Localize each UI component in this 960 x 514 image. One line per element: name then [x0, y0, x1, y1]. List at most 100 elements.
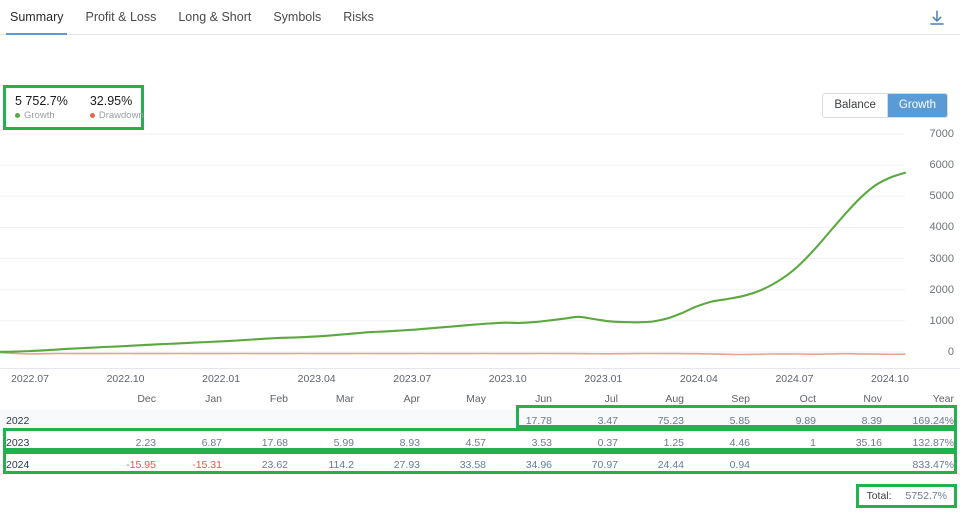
monthly-return-cell: 35.16 [822, 432, 888, 454]
monthly-return-cell [822, 454, 888, 476]
table-column-header: Aug [665, 393, 684, 405]
y-axis-label: 0 [947, 346, 954, 358]
table-column-header: Feb [269, 393, 288, 405]
total-value: 5752.7% [905, 490, 947, 502]
monthly-return-cell: 3.47 [597, 415, 618, 427]
chart-gridlines [0, 133, 905, 353]
monthly-return-cell [228, 410, 294, 432]
monthly-return-cell: 1 [756, 432, 822, 454]
tab-profit-and-loss[interactable]: Profit & Loss [85, 0, 156, 35]
growth-value: 5 752.7% [15, 94, 68, 108]
table-column-header: Oct [799, 393, 816, 405]
growth-label-row: Growth [15, 109, 68, 122]
download-icon[interactable] [926, 7, 948, 29]
tab-risks-label: Risks [343, 10, 374, 24]
table-body: 2022 17.78 3.47 75.23 5.85 9.89 8.39 169.24% 202… [0, 410, 960, 476]
table-column-header: Nov [863, 393, 882, 405]
tab-summary[interactable]: Summary [5, 0, 69, 35]
monthly-return-cell: 17.68 [228, 432, 294, 454]
monthly-return-cell: -15.31 [162, 454, 228, 476]
tab-bar: Summary Profit & Loss Long & Short Symbo… [0, 0, 960, 35]
y-axis-label: 4000 [929, 221, 954, 234]
tab-summary-label: Summary [10, 10, 64, 24]
year-total-cell: 169.24% [912, 415, 954, 427]
monthly-return-cell: 23.62 [228, 454, 294, 476]
growth-chart: 7000 6000 5000 4000 3000 2000 1000 0 [0, 128, 960, 368]
monthly-return-cell: 0.94 [690, 454, 756, 476]
y-axis-label: 3000 [929, 252, 954, 265]
monthly-return-cell [426, 410, 492, 432]
y-axis-label: 2000 [929, 283, 954, 296]
table-row: 2023 2.23 6.87 17.68 5.99 8.93 4.57 3.53 0.37 1.2… [0, 432, 960, 454]
monthly-return-cell: 9.89 [795, 415, 816, 427]
monthly-return-cell: 75.23 [657, 415, 684, 427]
monthly-return-cell: 2.23 [96, 432, 162, 454]
summary-report-page: Summary Profit & Loss Long & Short Symbo… [0, 0, 960, 514]
drawdown-label: Drawdown [98, 110, 144, 121]
monthly-return-cell: 1.25 [624, 432, 690, 454]
monthly-returns-table: Dec Jan Feb Mar Apr May Jun Jul Aug Sep Oct Nov Year… [0, 388, 960, 476]
growth-line [0, 171, 907, 353]
table-column-header: Jan [205, 393, 222, 405]
tab-symbols[interactable]: Symbols [273, 0, 321, 35]
drawdown-label-row: Drawdown [89, 109, 144, 122]
monthly-return-cell: 5.99 [294, 432, 360, 454]
growth-color-dot-icon [15, 113, 20, 118]
chart-y-axis: 7000 6000 5000 4000 3000 2000 1000 0 [910, 128, 954, 358]
x-axis-label: 2023.10 [488, 373, 527, 385]
table-column-header: Dec [137, 393, 156, 405]
monthly-return-cell: 114.2 [294, 454, 360, 476]
tab-profit-and-loss-label: Profit & Loss [85, 10, 157, 24]
chart-mode-toggle[interactable]: Balance Growth [822, 93, 948, 118]
table-column-header: Mar [335, 393, 354, 405]
table-column-header: Jun [535, 393, 552, 405]
drawdown-line [0, 351, 906, 356]
chart-canvas [0, 133, 907, 356]
y-axis-label: 6000 [929, 159, 954, 172]
monthly-return-cell: 17.78 [525, 415, 552, 427]
y-axis-label: 5000 [929, 190, 954, 203]
drawdown-stat: 32.95% Drawdown [89, 93, 144, 122]
x-axis-label: 2023.07 [393, 373, 432, 385]
total-label: Total: [866, 490, 892, 502]
monthly-return-cell: 33.58 [426, 454, 492, 476]
monthly-return-cell [96, 410, 162, 432]
monthly-return-cell: 27.93 [360, 454, 426, 476]
x-axis-label: 2022.07 [11, 373, 49, 385]
monthly-return-cell: 8.39 [861, 415, 882, 427]
toggle-balance[interactable]: Balance [823, 94, 887, 117]
monthly-return-cell: 3.53 [492, 432, 558, 454]
monthly-return-cell: 24.44 [624, 454, 690, 476]
y-axis-label: 7000 [929, 128, 954, 140]
table-column-header [0, 388, 96, 410]
tab-long-and-short[interactable]: Long & Short [178, 0, 251, 35]
x-axis-label: 2024.04 [679, 373, 718, 385]
growth-label: Growth [24, 110, 55, 121]
drawdown-color-dot-icon [89, 113, 95, 118]
table-column-header: May [466, 393, 486, 405]
monthly-return-cell: 4.57 [426, 432, 492, 454]
x-axis-label: 2023.04 [297, 373, 336, 385]
total-box: Total: 5752.7% [856, 484, 957, 508]
tab-symbols-label: Symbols [273, 10, 322, 24]
table-row: 2022 17.78 3.47 75.23 5.85 9.89 8.39 169.24% [0, 410, 960, 432]
table-column-header: Sep [731, 393, 750, 405]
x-axis-label: 2022.01 [202, 373, 241, 385]
monthly-return-cell: 70.97 [558, 454, 624, 476]
row-year-label: 2022 [6, 415, 30, 427]
performance-stats-box: 5 752.7% Growth 32.95% Drawdown [3, 85, 144, 130]
monthly-return-cell: 6.87 [162, 432, 228, 454]
row-year-label: 2024 [0, 454, 96, 476]
year-total-cell: 132.87% [888, 432, 960, 454]
monthly-return-cell: 5.85 [729, 415, 750, 427]
tab-risks[interactable]: Risks [343, 0, 374, 35]
table-header-row: Dec Jan Feb Mar Apr May Jun Jul Aug Sep Oct Nov Year [0, 388, 960, 410]
drawdown-value: 32.95% [89, 94, 133, 108]
tab-long-and-short-label: Long & Short [178, 10, 252, 24]
toggle-growth[interactable]: Growth [886, 94, 947, 117]
growth-stat: 5 752.7% Growth [15, 93, 68, 122]
year-total-cell: 833.47% [888, 454, 960, 476]
monthly-return-cell [360, 410, 426, 432]
table-column-header: Apr [403, 393, 420, 405]
row-year-label: 2023 [0, 432, 96, 454]
